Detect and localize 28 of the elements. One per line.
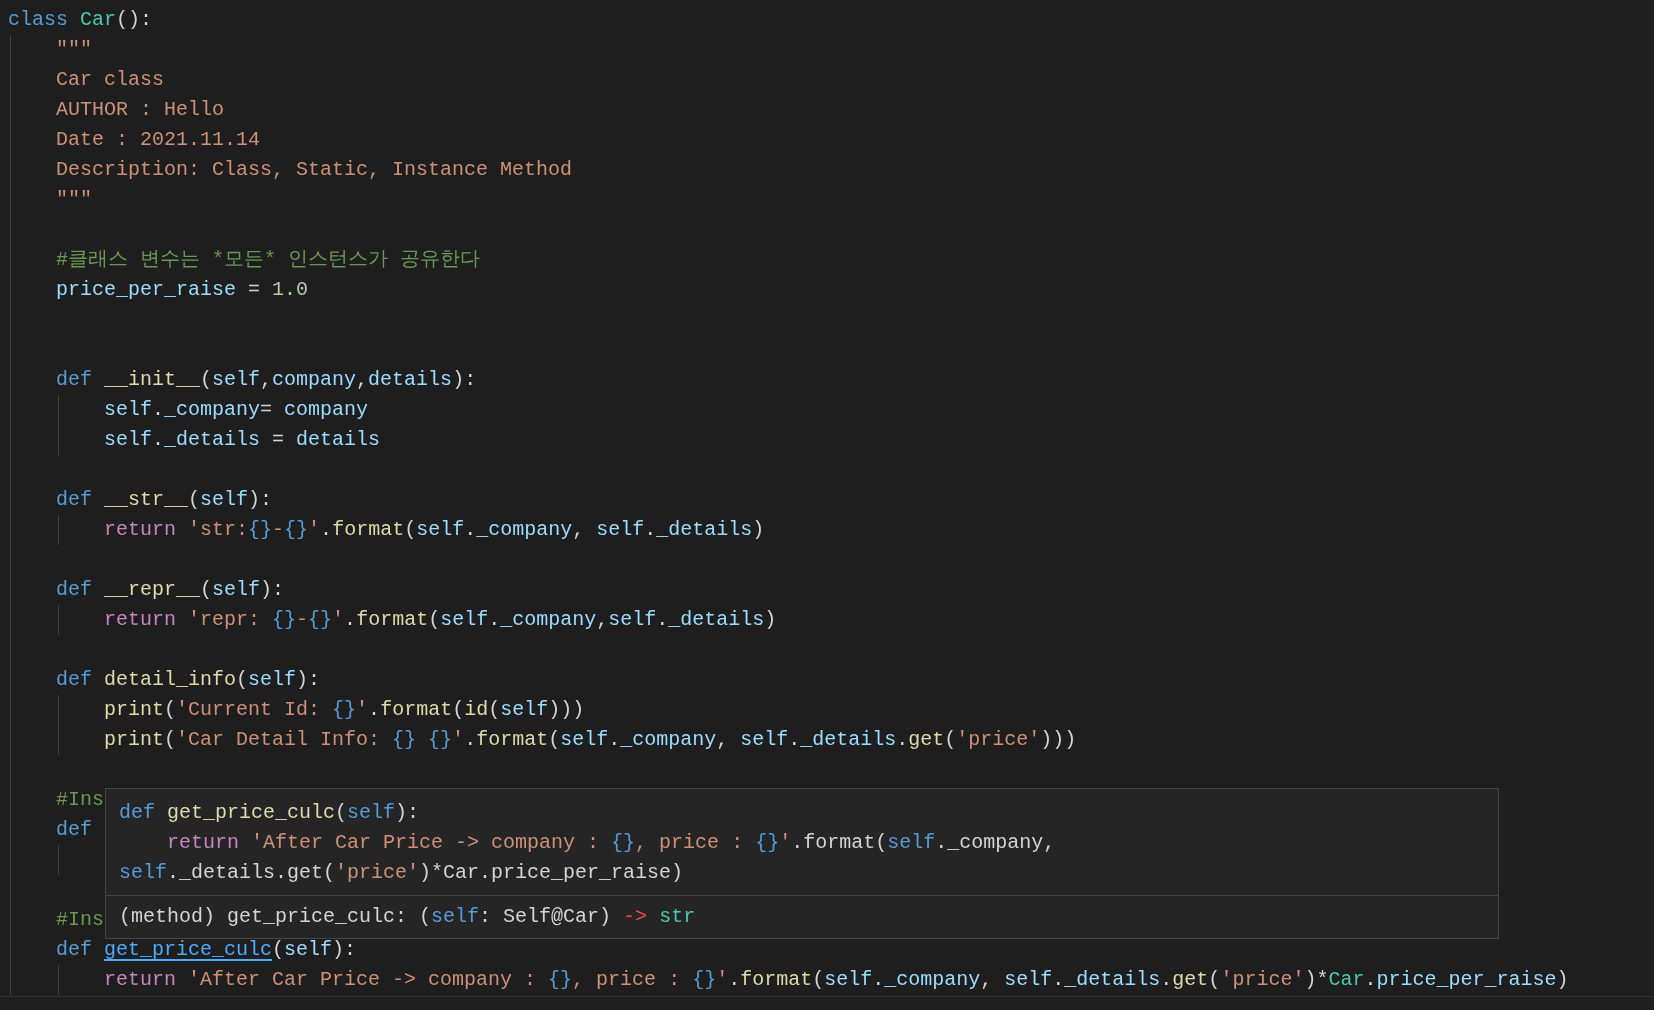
code-line: def __repr__(self): <box>55 578 285 601</box>
code-line: #Ins <box>55 908 104 931</box>
code-line: Description: Class, Static, Instance Method <box>55 158 573 181</box>
code-line: def <box>55 818 92 841</box>
code-line: print('Car Detail Info: {} {}'.format(self._company, self._details.get('price'))) <box>103 728 1077 751</box>
code-line: self._details = details <box>103 428 381 451</box>
code-line: """ <box>55 38 92 61</box>
popup-code-line: return 'After Car Price -> company : {}, price : {}'.format(self._company, <box>166 831 1056 854</box>
code-line: def __str__(self): <box>55 488 273 511</box>
code-line: print('Current Id: {}'.format(id(self))) <box>103 698 585 721</box>
code-line: #클래스 변수는 *모든* 인스턴스가 공유한다 <box>55 248 481 271</box>
method-signature: (method) get_price_culc: (self: Self@Car) -> str <box>119 905 696 928</box>
code-line: AUTHOR : Hello <box>55 98 225 121</box>
code-line: class Car(): <box>8 8 153 31</box>
code-line: """ <box>55 188 92 211</box>
code-line: return 'repr: {}-{}'.format(self._company,self._details) <box>103 608 777 631</box>
popup-code-line: def get_price_culc(self): <box>119 801 420 824</box>
code-line: return 'str:{}-{}'.format(self._company, self._details) <box>103 518 765 541</box>
code-line: Date : 2021.11.14 <box>55 128 261 151</box>
code-line: def get_price_culc(self): <box>55 938 357 961</box>
code-line: self._company= company <box>103 398 369 421</box>
code-line: Car class <box>55 68 165 91</box>
code-line: return 'After Car Price -> company : {}, price : {}'.format(self._company, self._details.get('price')*Car.price_per_raise) <box>103 968 1569 991</box>
code-line: def __init__(self,company,details): <box>55 368 477 391</box>
code-line: #Ins <box>55 788 104 811</box>
code-line: def detail_info(self): <box>55 668 321 691</box>
code-line: price_per_raise = 1.0 <box>55 278 309 301</box>
popup-code-line: self._details.get('price')*Car.price_per_raise) <box>119 861 684 884</box>
